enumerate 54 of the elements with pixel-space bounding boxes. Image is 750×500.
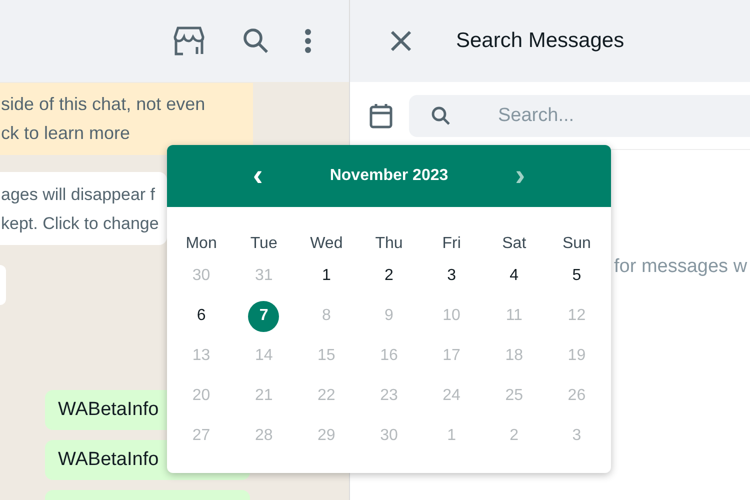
day-cell: 26 — [561, 380, 592, 412]
day-cell: 16 — [373, 340, 404, 372]
day-cell: 13 — [186, 340, 217, 372]
previous-month-button[interactable]: ‹ — [248, 161, 268, 191]
weekday-label: Mon — [186, 234, 217, 254]
weekday-label: Sat — [502, 234, 526, 254]
day-cell: 1 — [436, 420, 468, 452]
calendar-icon[interactable] — [369, 102, 393, 128]
day-cell: 17 — [436, 340, 468, 372]
day-cell[interactable]: 4 — [498, 260, 530, 292]
day-cell: 30 — [373, 420, 404, 452]
day-cell[interactable]: 7 — [248, 300, 280, 332]
day-cell: 29 — [310, 420, 342, 452]
day-cell: 9 — [373, 300, 404, 332]
weekday-label: Fri — [442, 234, 461, 254]
day-cell: 24 — [436, 380, 468, 412]
weekday-label: Sun — [562, 234, 591, 254]
day-cell: 19 — [561, 340, 592, 372]
search-field[interactable]: Search... — [409, 94, 750, 136]
search-hint: for messages w — [614, 256, 748, 277]
day-cell: 15 — [310, 340, 342, 372]
encryption-notice[interactable]: side of this chat, not even ck to learn more — [0, 83, 253, 155]
storefront-icon[interactable] — [171, 25, 207, 57]
panel-title: Search Messages — [456, 28, 624, 54]
day-cell: 21 — [248, 380, 280, 412]
weekday-label: Wed — [310, 234, 343, 254]
day-cell: 12 — [561, 300, 592, 332]
message-bubble — [0, 265, 6, 305]
search-icon[interactable] — [243, 28, 269, 54]
day-cell: 30 — [186, 260, 217, 292]
day-cell: 18 — [498, 340, 530, 372]
weekday-label: Tue — [250, 234, 278, 254]
day-cell[interactable]: 1 — [310, 260, 342, 292]
day-cell[interactable]: 3 — [436, 260, 468, 292]
search-icon — [431, 106, 451, 126]
day-cell: 14 — [248, 340, 280, 372]
day-cell: 22 — [310, 380, 342, 412]
day-cell: 10 — [436, 300, 468, 332]
day-cell: 31 — [248, 260, 280, 292]
disappearing-messages-notice[interactable]: ages will disappear f kept. Click to change — [0, 172, 167, 245]
day-cell: 8 — [310, 300, 342, 332]
close-icon[interactable] — [390, 30, 412, 52]
day-cell: 3 — [561, 420, 592, 452]
day-cell[interactable]: 6 — [186, 300, 217, 332]
month-title: November 2023 — [330, 166, 448, 186]
day-cell: 11 — [498, 300, 530, 332]
day-cell[interactable]: 2 — [373, 260, 404, 292]
day-cell: 23 — [373, 380, 404, 412]
day-cell: 2 — [498, 420, 530, 452]
menu-icon[interactable] — [305, 29, 311, 53]
day-cell: 28 — [248, 420, 280, 452]
day-cell: 25 — [498, 380, 530, 412]
weekday-label: Thu — [375, 234, 403, 254]
day-cell[interactable]: 5 — [561, 260, 592, 292]
